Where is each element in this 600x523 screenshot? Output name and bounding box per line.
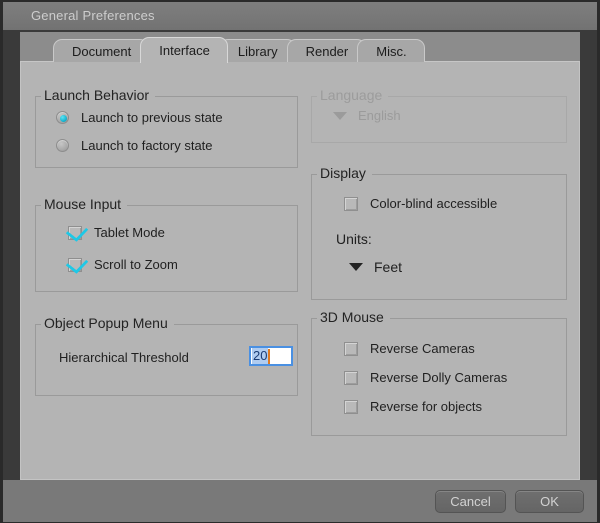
group-title-mouse-input: Mouse Input: [41, 196, 128, 212]
tab-interface[interactable]: Interface: [140, 37, 228, 63]
hierarchical-threshold-label-row: Hierarchical Threshold: [59, 350, 189, 365]
radio-icon-unselected[interactable]: [56, 139, 69, 152]
tab-strip: Document Interface Library Render Misc.: [20, 32, 580, 63]
preferences-dialog: General Preferences Document Interface Lib…: [0, 0, 600, 523]
checkbox-reverse-dolly-cameras[interactable]: Reverse Dolly Cameras: [344, 370, 507, 385]
radio-icon-selected[interactable]: [56, 111, 69, 124]
checkbox-tablet-mode[interactable]: Tablet Mode: [68, 225, 165, 240]
checkbox-label: Scroll to Zoom: [94, 257, 178, 272]
group-mouse-input: Mouse Input Tablet Mode Scroll to Zoom: [35, 196, 298, 292]
hierarchical-threshold-input[interactable]: 20: [249, 346, 293, 366]
checkbox-icon-unchecked[interactable]: [344, 196, 358, 211]
group-object-popup-menu: Object Popup Menu Hierarchical Threshold…: [35, 315, 298, 396]
group-title-language: Language: [317, 87, 389, 103]
radio-launch-factory[interactable]: Launch to factory state: [56, 138, 213, 153]
checkbox-label: Reverse Cameras: [370, 341, 475, 356]
units-dropdown[interactable]: Feet: [349, 259, 402, 275]
group-language: Language English: [311, 87, 567, 143]
tab-row: Document Interface Library Render Misc.: [20, 36, 425, 63]
group-title-launch-behavior: Launch Behavior: [41, 87, 156, 103]
checkbox-icon-unchecked[interactable]: [344, 399, 358, 414]
language-dropdown: English: [333, 108, 401, 123]
group-3d-mouse: 3D Mouse Reverse Cameras Reverse Dolly C…: [311, 309, 567, 436]
tab-misc[interactable]: Misc.: [357, 39, 425, 63]
language-dropdown-value: English: [358, 108, 401, 123]
radio-label: Launch to previous state: [81, 110, 223, 125]
units-label: Units:: [336, 231, 372, 247]
group-launch-behavior: Launch Behavior Launch to previous state…: [35, 87, 298, 168]
radio-launch-previous[interactable]: Launch to previous state: [56, 110, 223, 125]
dialog-footer: Cancel OK: [3, 480, 597, 522]
cancel-button[interactable]: Cancel: [435, 490, 506, 513]
titlebar: General Preferences: [3, 2, 597, 30]
ok-button[interactable]: OK: [515, 490, 584, 513]
units-dropdown-value: Feet: [374, 259, 403, 275]
checkbox-color-blind-accessible[interactable]: Color-blind accessible: [344, 196, 497, 211]
checkbox-icon-unchecked[interactable]: [344, 341, 358, 356]
window-title: General Preferences: [31, 8, 155, 23]
checkbox-scroll-to-zoom[interactable]: Scroll to Zoom: [68, 257, 178, 272]
radio-label: Launch to factory state: [81, 138, 213, 153]
checkbox-icon-checked[interactable]: [68, 257, 82, 272]
checkbox-icon-checked[interactable]: [68, 225, 82, 240]
checkbox-label: Tablet Mode: [94, 225, 165, 240]
checkbox-icon-unchecked[interactable]: [344, 370, 358, 385]
interface-panel: Launch Behavior Launch to previous state…: [20, 62, 580, 480]
tab-library[interactable]: Library: [218, 39, 296, 63]
group-border: [35, 96, 298, 168]
chevron-down-icon[interactable]: [349, 263, 363, 271]
group-title-display: Display: [317, 165, 372, 181]
units-label-row: Units:: [336, 231, 372, 247]
number-field[interactable]: 20: [249, 346, 293, 366]
hierarchical-threshold-label: Hierarchical Threshold: [59, 350, 189, 365]
chevron-down-icon: [333, 111, 347, 120]
group-border: [35, 205, 298, 292]
checkbox-reverse-for-objects[interactable]: Reverse for objects: [344, 399, 482, 414]
checkbox-label: Reverse Dolly Cameras: [370, 370, 508, 385]
checkbox-label: Reverse for objects: [370, 399, 482, 414]
tab-document[interactable]: Document: [53, 39, 150, 63]
group-title-3d-mouse: 3D Mouse: [317, 309, 390, 325]
group-display: Display Color-blind accessible Units: Fe…: [311, 165, 567, 300]
checkbox-reverse-cameras[interactable]: Reverse Cameras: [344, 341, 475, 356]
checkbox-label: Color-blind accessible: [370, 196, 498, 211]
tab-render[interactable]: Render: [286, 39, 367, 63]
number-field-value: 20: [252, 348, 269, 364]
group-title-object-popup-menu: Object Popup Menu: [41, 315, 174, 331]
text-caret: [268, 348, 271, 364]
